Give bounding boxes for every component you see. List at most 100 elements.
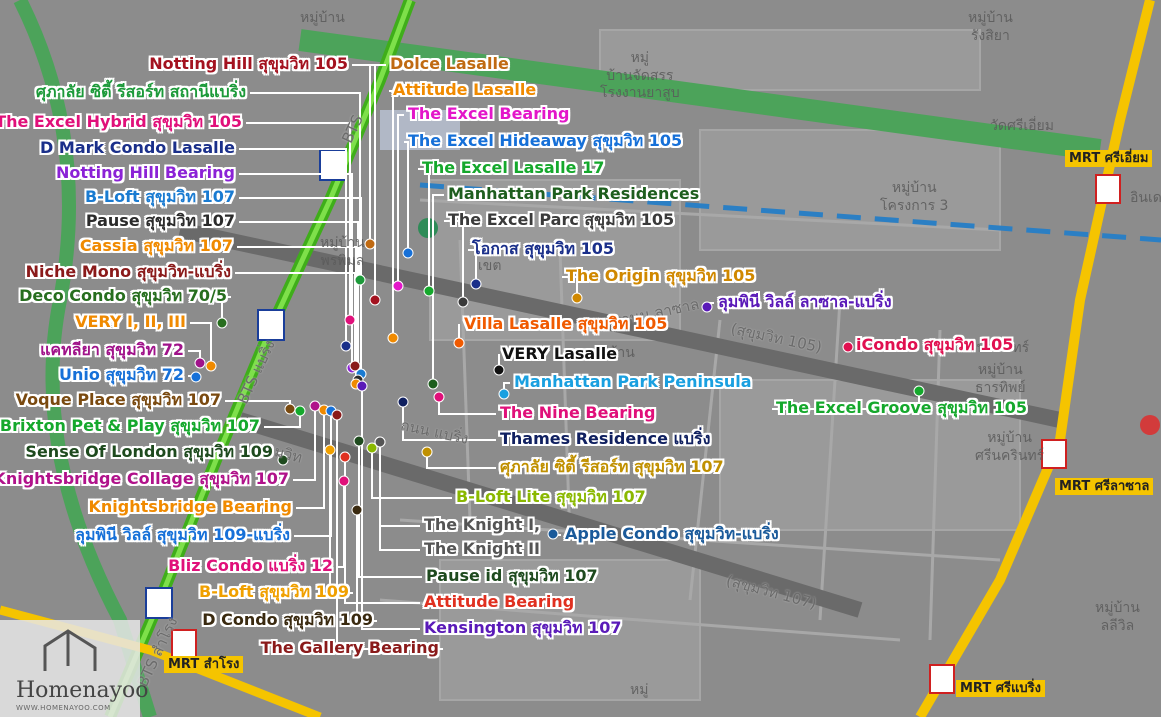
station-label: MRT ศรีเอี่ยม [1065,150,1153,167]
project-marker[interactable] [356,380,368,392]
project-label[interactable]: Deco Condo สุขุมวิท 70/5 [19,288,227,304]
project-label[interactable]: The Excel Hybrid สุขุมวิท 105 [0,114,242,130]
project-label[interactable]: The Knight II [424,541,540,557]
project-label[interactable]: The Excel Bearing [408,106,569,122]
project-label[interactable]: Notting Hill สุขุมวิท 105 [149,56,348,72]
project-label[interactable]: Thames Residence แบริ่ง [500,431,710,447]
project-label[interactable]: ลุมพินี วิลล์ ลาซาล-แบริ่ง [718,294,892,310]
project-marker[interactable] [397,396,409,408]
project-marker[interactable] [354,274,366,286]
project-marker[interactable] [338,475,350,487]
leader-line [329,450,353,594]
project-marker[interactable] [340,340,352,352]
project-label[interactable]: The Origin สุขุมวิท 105 [566,268,755,284]
project-label[interactable]: The Excel Groove สุขุมวิท 105 [776,400,1027,416]
project-label[interactable]: โอกาส สุขุมวิท 105 [472,241,614,257]
project-label[interactable]: VERY Lasalle [502,346,617,362]
project-label[interactable]: Knightsbridge Bearing [88,499,292,515]
project-marker[interactable] [427,378,439,390]
project-marker[interactable] [842,341,854,353]
project-label[interactable]: Manhattan Park Residences [448,186,699,202]
project-label[interactable]: Knightsbridge Collage สุขุมวิท 107 [0,471,289,487]
leader-line [426,452,496,469]
project-marker[interactable] [205,360,217,372]
project-label[interactable]: Kensington สุขุมวิท 107 [424,620,622,636]
project-label[interactable]: Pause สุขุมวิท 107 [86,213,235,229]
project-label[interactable]: The Excel Hideaway สุขุมวิท 105 [408,133,682,149]
project-marker[interactable] [339,451,351,463]
project-marker[interactable] [470,278,482,290]
project-label[interactable]: The Excel Parc สุขุมวิท 105 [448,212,674,228]
project-marker[interactable] [216,317,228,329]
leader-line [337,481,345,568]
project-marker[interactable] [433,391,445,403]
project-marker[interactable] [351,504,363,516]
project-marker[interactable] [913,385,925,397]
project-label[interactable]: Apple Condo สุขุมวิท-แบริ่ง [565,526,779,542]
project-marker[interactable] [392,280,404,292]
project-label[interactable]: B-Loft Lite สุขุมวิท 107 [456,489,646,505]
project-label[interactable]: Unio สุขุมวิท 72 [59,367,184,383]
project-label[interactable]: Niche Mono สุขุมวิท-แบริ่ง [26,264,231,280]
project-marker[interactable] [493,364,505,376]
project-label[interactable]: The Gallery Bearing [261,640,439,656]
project-marker[interactable] [369,294,381,306]
project-marker[interactable] [190,371,202,383]
project-marker[interactable] [498,388,510,400]
project-marker[interactable] [353,435,365,447]
project-label[interactable]: ลุมพินี วิลล์ สุขุมวิท 109-แบริ่ง [75,527,290,543]
project-marker[interactable] [344,314,356,326]
project-marker[interactable] [284,403,296,415]
project-marker[interactable] [309,400,321,412]
project-marker[interactable] [387,332,399,344]
place-name: วัดศรีเอี่ยม [990,118,1054,134]
project-label[interactable]: D Mark Condo Lasalle [40,140,235,156]
project-marker[interactable] [331,409,343,421]
project-label[interactable]: Brixton Pet & Play สุขุมวิท 107 [0,418,260,434]
place-name: หมู่บ้าน โครงการ 3 [880,180,949,214]
project-label[interactable]: Attitude Bearing [424,594,574,610]
project-label[interactable]: Voque Place สุขุมวิท 107 [16,392,221,408]
project-label[interactable]: Bliz Condo แบริ่ง 12 [168,558,333,574]
project-label[interactable]: ศุภาลัย ซิตี้ รีสอร์ท สุขุมวิท 107 [500,459,724,475]
project-marker[interactable] [453,337,465,349]
project-label[interactable]: Attitude Lasalle [393,82,536,98]
mrt-station-icon [929,664,955,694]
project-label[interactable]: The Nine Bearing [500,405,655,421]
project-marker[interactable] [457,296,469,308]
project-marker[interactable] [571,292,583,304]
project-marker[interactable] [423,285,435,297]
project-label[interactable]: B-Loft สุขุมวิท 109 [199,584,349,600]
project-marker[interactable] [364,238,376,250]
place-name: หมู่บ้าน พรพิมล [320,235,365,269]
project-label[interactable]: Dolce Lasalle [390,56,509,72]
map[interactable]: หมู่บ้าน หมู่บ้าน รังสิยา หมู่ บ้านจัดสรร โรง… [0,0,1161,717]
bts-station-icon [257,309,285,341]
project-marker[interactable] [374,436,386,448]
project-marker[interactable] [701,301,713,313]
logo: Homenayoo WWW.HOMENAYOO.COM [0,620,149,717]
project-label[interactable]: Notting Hill Bearing [56,165,235,181]
project-label[interactable]: ศุภาลัย ซิตี้ รีสอร์ท สถานีแบริ่ง [36,84,246,100]
project-label[interactable]: Sense Of London สุขุมวิท 109 [25,444,273,460]
project-label[interactable]: The Excel Lasalle 17 [422,160,604,176]
project-label[interactable]: VERY I, II, III [75,314,186,330]
project-label[interactable]: Manhattan Park Peninsula [514,374,752,390]
project-label[interactable]: Villa Lasalle สุขุมวิท 105 [464,316,667,332]
project-label[interactable]: D Condo สุขุมวิท 109 [202,612,373,628]
project-label[interactable]: iCondo สุขุมวิท 105 [856,337,1013,353]
project-label[interactable]: Cassia สุขุมวิท 107 [80,238,233,254]
project-label[interactable]: แคทลียา สุขุมวิท 72 [40,342,184,358]
project-marker[interactable] [421,446,433,458]
project-marker[interactable] [349,360,361,372]
project-label[interactable]: Pause id สุขุมวิท 107 [426,568,598,584]
project-marker[interactable] [194,357,206,369]
project-marker[interactable] [547,528,559,540]
project-label[interactable]: The Knight I, [424,517,540,533]
leader-line [404,141,409,253]
project-marker[interactable] [324,444,336,456]
project-label[interactable]: B-Loft สุขุมวิท 107 [85,189,235,205]
station-label: MRT ศรีลาซาล [1055,478,1154,495]
project-marker[interactable] [294,405,306,417]
project-marker[interactable] [402,247,414,259]
